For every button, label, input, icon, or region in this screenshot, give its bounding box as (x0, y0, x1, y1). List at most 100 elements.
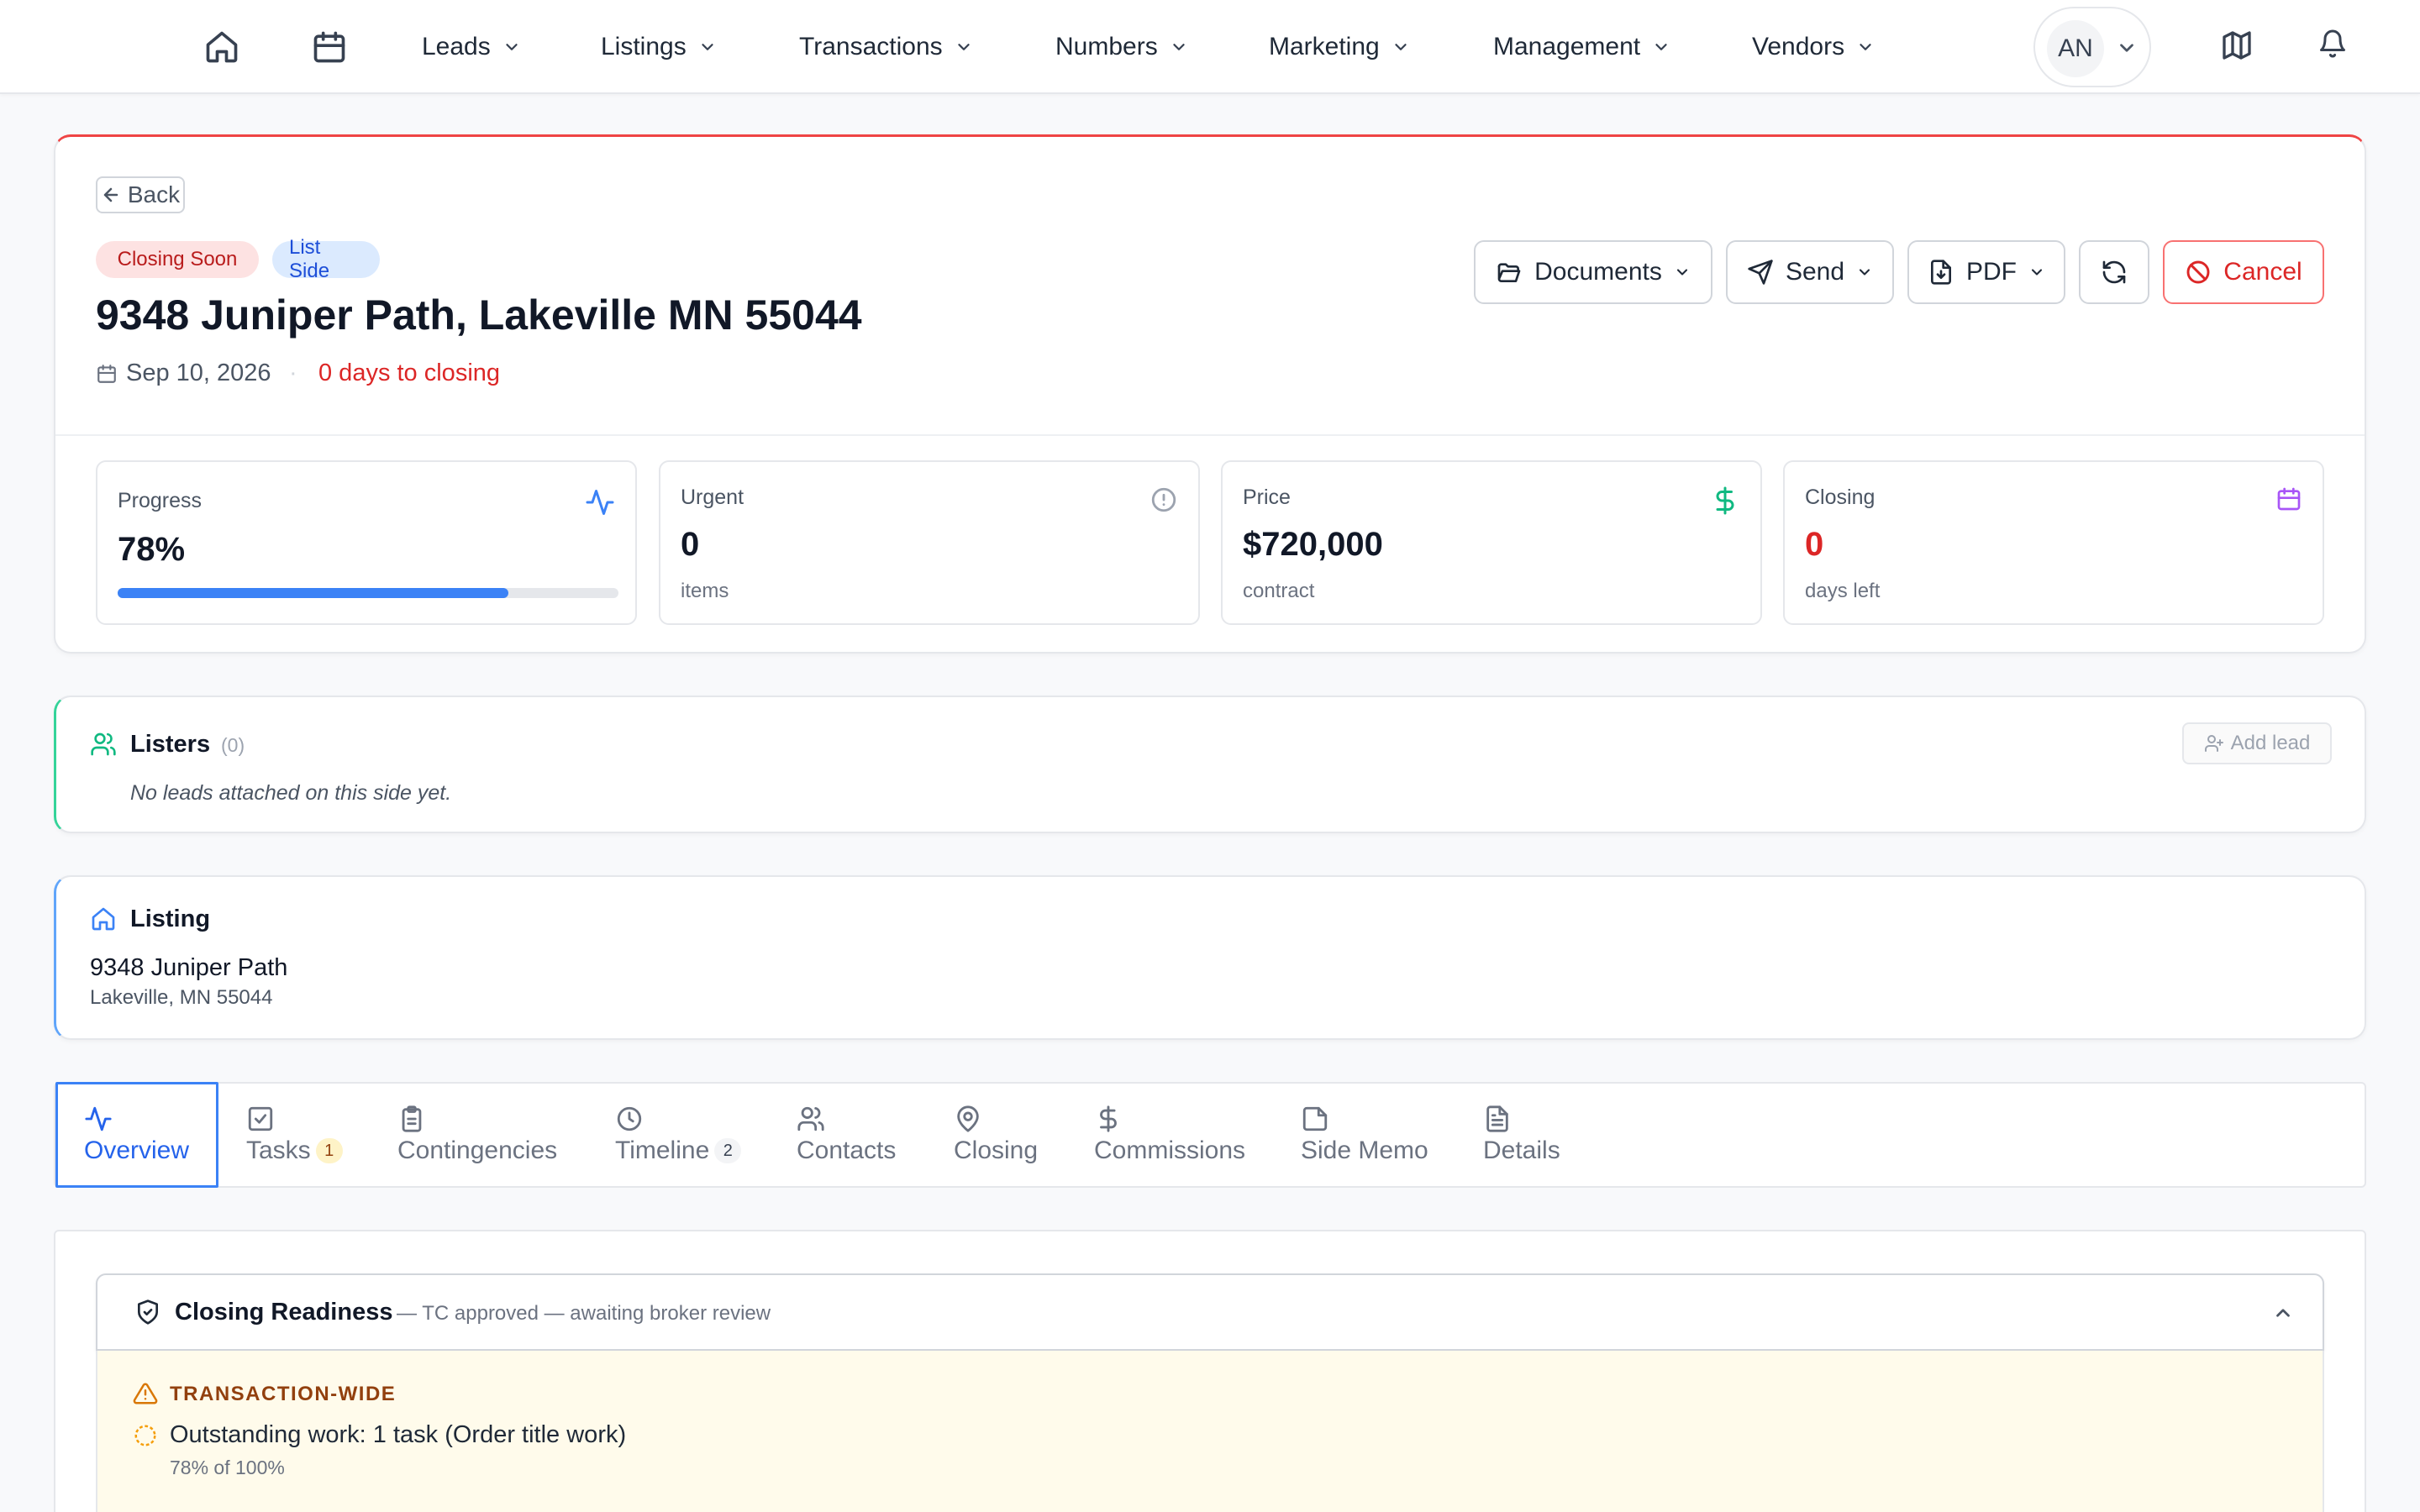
listers-count: (0) (221, 734, 245, 756)
back-label: Back (127, 181, 181, 207)
map-pin-icon (957, 1105, 979, 1132)
calendar-icon (97, 365, 116, 383)
map-icon[interactable] (2220, 29, 2257, 66)
home-icon[interactable] (203, 29, 240, 66)
tab-label: Contingencies (397, 1137, 558, 1164)
bell-icon[interactable] (2317, 29, 2354, 66)
nav-marketing[interactable]: Marketing (1269, 0, 1410, 94)
alert-circle-icon (1151, 487, 1176, 512)
tab-side-memo[interactable]: Side Memo (1301, 1084, 1428, 1186)
nav-transactions[interactable]: Transactions (799, 0, 973, 94)
chevron-down-icon (2120, 44, 2133, 52)
documents-button[interactable]: Documents (1474, 240, 1712, 304)
users-icon (797, 1106, 824, 1131)
listing-street[interactable]: 9348 Juniper Path (90, 954, 287, 982)
nav-leads[interactable]: Leads (422, 0, 521, 94)
readiness-item-sub: 78% of 100% (170, 1457, 285, 1478)
stat-label: Closing (1805, 486, 1876, 509)
folder-open-icon (1497, 263, 1521, 282)
dollar-sign-icon (1100, 1105, 1117, 1132)
stat-label: Price (1243, 486, 1291, 509)
chevron-down-icon (1859, 269, 1870, 276)
ban-icon (2186, 260, 2210, 284)
listing-card: Listing 9348 Juniper Path Lakeville, MN … (54, 875, 2366, 1040)
top-navigation: Leads Listings Transactions Numbers Mark… (0, 0, 2420, 94)
stat-value: 78% (118, 531, 186, 568)
nav-label: Leads (422, 33, 491, 60)
nav-label: Vendors (1752, 33, 1845, 60)
avatar: AN (2047, 20, 2104, 77)
tab-contacts[interactable]: Contacts (797, 1084, 896, 1186)
send-icon (1748, 260, 1773, 285)
listers-title: Listers (130, 731, 211, 758)
listing-title: Listing (130, 906, 211, 932)
progress-stat: Progress 78% (96, 460, 637, 625)
tab-label: Timeline (615, 1137, 710, 1164)
nav-vendors[interactable]: Vendors (1752, 0, 1875, 94)
chevron-down-icon (1676, 269, 1687, 276)
clock-icon (617, 1106, 642, 1131)
urgent-stat: Urgent 0 items (659, 460, 1200, 625)
tab-count-badge: 1 (315, 1138, 343, 1163)
chevron-down-icon (702, 44, 713, 50)
nav-label: Transactions (799, 33, 943, 60)
add-lead-label: Add lead (2230, 732, 2311, 754)
readiness-title: Closing Readiness (175, 1299, 393, 1326)
chevron-up-icon[interactable] (2272, 1302, 2294, 1324)
nav-label: Numbers (1055, 33, 1158, 60)
chevron-down-icon (1860, 44, 1871, 50)
transaction-wide-section: TRANSACTION-WIDE Outstanding work: 1 tas… (96, 1351, 2324, 1512)
shield-check-icon (138, 1299, 158, 1325)
nav-numbers[interactable]: Numbers (1055, 0, 1188, 94)
page-title: 9348 Juniper Path, Lakeville MN 55044 (96, 291, 862, 339)
tab-label: Contacts (797, 1137, 897, 1164)
section-label: TRANSACTION-WIDE (170, 1383, 397, 1405)
send-label: Send (1785, 258, 1845, 286)
progress-fill (118, 588, 508, 598)
tab-label: Details (1483, 1137, 1560, 1164)
tab-label: Closing (954, 1137, 1039, 1164)
nav-label: Listings (601, 33, 687, 60)
nav-label: Management (1493, 33, 1641, 60)
closing-stat: Closing 0 days left (1783, 460, 2324, 625)
user-plus-icon (2204, 735, 2223, 752)
tab-details[interactable]: Details (1483, 1084, 1560, 1186)
cancel-button[interactable]: Cancel (2163, 240, 2324, 304)
user-menu[interactable]: AN (2033, 7, 2151, 87)
tab-tasks[interactable]: Tasks 1 (246, 1084, 343, 1186)
file-download-icon (1931, 260, 1951, 285)
activity-icon (586, 490, 614, 515)
listing-city: Lakeville, MN 55044 (90, 986, 273, 1009)
cancel-label: Cancel (2223, 258, 2302, 286)
price-stat: Price $720,000 contract (1221, 460, 1762, 625)
readiness-status: — TC approved — awaiting broker review (397, 1302, 771, 1325)
nav-listings[interactable]: Listings (601, 0, 717, 94)
chevron-down-icon (1395, 44, 1407, 50)
send-button[interactable]: Send (1726, 240, 1894, 304)
tab-label: Side Memo (1301, 1137, 1428, 1164)
tab-count-badge: 2 (714, 1138, 742, 1163)
pdf-button[interactable]: PDF (1907, 240, 2065, 304)
refresh-button[interactable] (2079, 240, 2149, 304)
tab-overview[interactable]: Overview (84, 1084, 189, 1186)
check-square-icon (248, 1106, 273, 1131)
tab-contingencies[interactable]: Contingencies (397, 1084, 557, 1186)
refresh-icon (2102, 260, 2126, 284)
separator: · (289, 360, 297, 386)
stat-sub: contract (1243, 580, 1315, 602)
add-lead-button[interactable]: Add lead (2182, 722, 2332, 764)
users-icon (91, 732, 116, 756)
nav-management[interactable]: Management (1493, 0, 1670, 94)
back-button[interactable]: Back (96, 176, 185, 213)
closing-readiness-header[interactable]: Closing Readiness — TC approved — awaiti… (96, 1273, 2324, 1351)
stat-label: Urgent (681, 486, 744, 509)
tab-timeline[interactable]: Timeline 2 (615, 1084, 742, 1186)
tab-closing[interactable]: Closing (954, 1084, 1038, 1186)
pending-circle-icon (134, 1425, 156, 1446)
calendar-icon[interactable] (311, 29, 348, 66)
divider (55, 434, 2365, 436)
progress-track (118, 588, 618, 598)
home-icon (92, 907, 115, 931)
listers-empty-message: No leads attached on this side yet. (130, 781, 452, 805)
tab-commissions[interactable]: Commissions (1094, 1084, 1245, 1186)
